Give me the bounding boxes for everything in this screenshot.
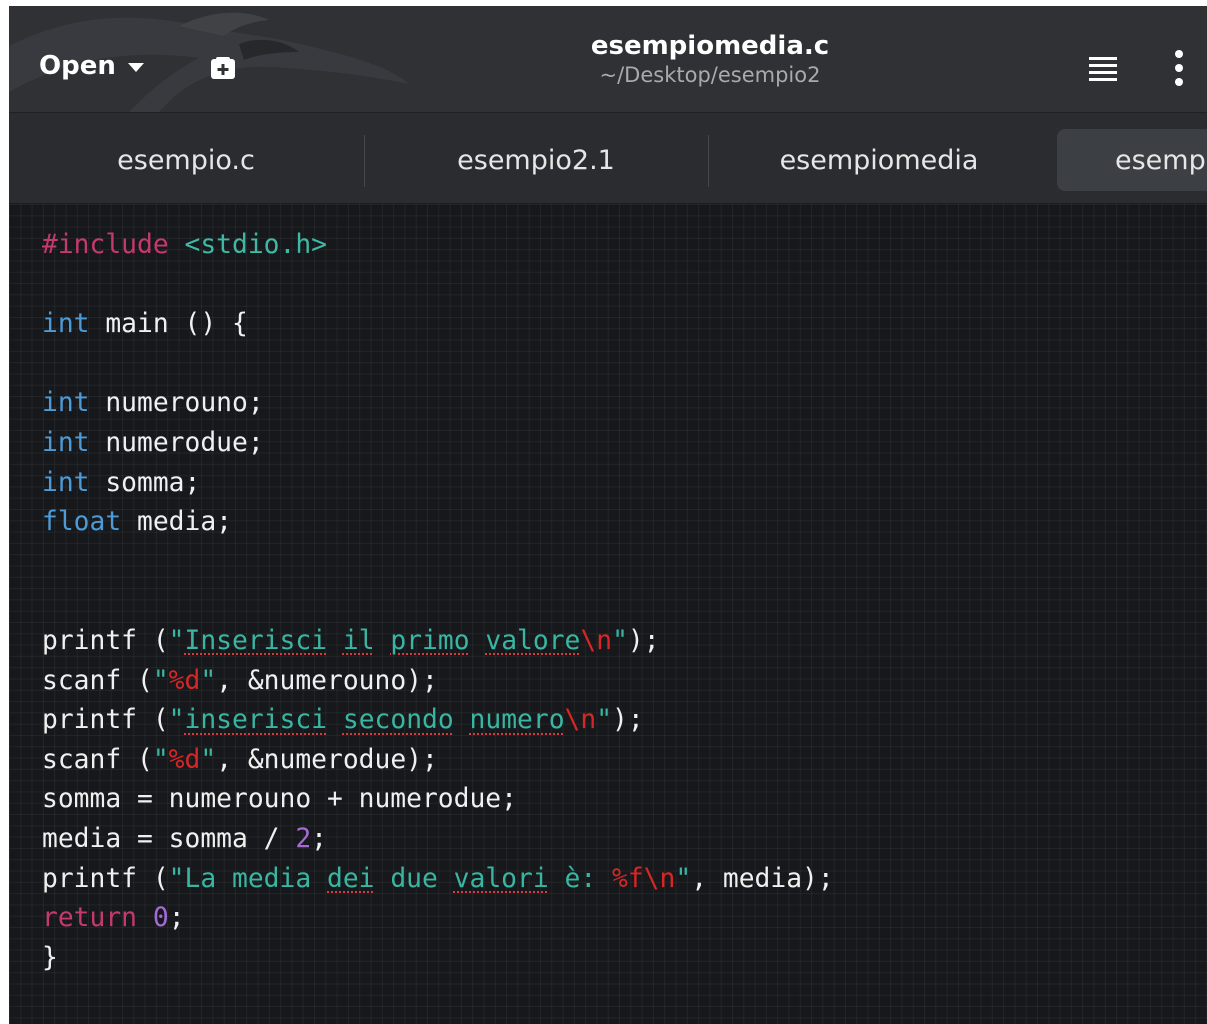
- tab-esempi-active[interactable]: esempi: [1057, 129, 1207, 191]
- gedit-window: Open esempiomedia.c ~/Desktop/esempio2 e…: [9, 6, 1207, 1024]
- title-block: esempiomedia.c ~/Desktop/esempio2: [509, 30, 911, 88]
- document-title: esempiomedia.c: [590, 31, 830, 61]
- code-line-18: return 0;: [42, 903, 185, 934]
- chevron-down-icon: [127, 62, 144, 72]
- tab-label: esempi: [1115, 144, 1207, 176]
- document-path: ~/Desktop/esempio2: [599, 63, 821, 87]
- tab-label: esempio2.1: [457, 144, 615, 176]
- tab-esempiomedia[interactable]: esempiomedia: [709, 129, 1049, 191]
- code-line-3: int main () {: [42, 309, 248, 340]
- code-line-1: #include <stdio.h>: [42, 230, 328, 260]
- new-tab-icon[interactable]: [209, 55, 237, 81]
- open-button[interactable]: Open: [39, 44, 144, 88]
- tab-label: esempio.c: [117, 144, 255, 176]
- tab-label: esempiomedia: [779, 144, 979, 176]
- code-line-8: float media;: [42, 507, 232, 538]
- open-button-label: Open: [39, 51, 116, 81]
- tab-esempio-c[interactable]: esempio.c: [9, 129, 363, 191]
- code-content[interactable]: #include <stdio.h> int main () { int numer…: [42, 226, 834, 978]
- code-line-5: int numerouno;: [42, 388, 264, 419]
- code-editor[interactable]: #include <stdio.h> int main () { int numer…: [9, 204, 1207, 1024]
- tab-bar: esempio.c esempio2.1 esempiomedia esempi: [9, 113, 1207, 204]
- code-line-15: somma = numerouno + numerodue;: [42, 784, 517, 815]
- code-line-19: }: [42, 942, 58, 973]
- code-line-11: printf ("Inserisci il primo valore\n");: [42, 625, 660, 656]
- code-line-13: printf ("inserisci secondo numero\n");: [42, 705, 644, 736]
- code-line-17: printf ("La media dei due valori è: %f\n…: [42, 863, 834, 894]
- code-line-7: int somma;: [42, 467, 201, 498]
- code-line-6: int numerodue;: [42, 427, 264, 458]
- code-line-12: scanf ("%d", &numerouno);: [42, 665, 438, 696]
- header-bar: Open esempiomedia.c ~/Desktop/esempio2: [9, 6, 1207, 113]
- kebab-menu-icon[interactable]: [1169, 48, 1189, 88]
- code-line-14: scanf ("%d", &numerodue);: [42, 744, 438, 775]
- code-line-16: media = somma / 2;: [42, 823, 328, 854]
- hamburger-menu-icon[interactable]: [1087, 54, 1119, 84]
- tab-esempio2-1[interactable]: esempio2.1: [365, 129, 707, 191]
